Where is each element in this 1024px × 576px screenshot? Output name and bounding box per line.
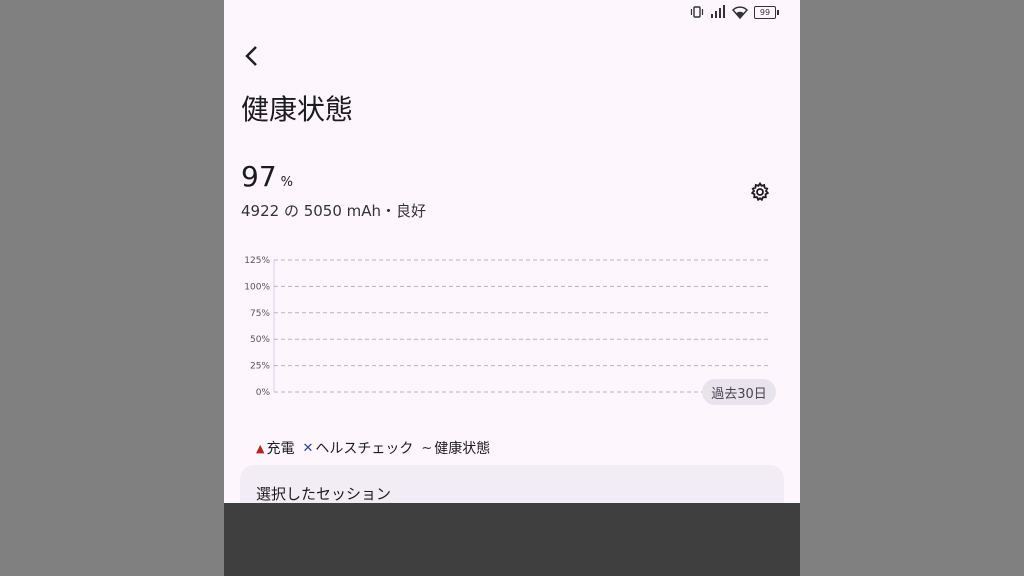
y-tick-label: 50% xyxy=(250,335,270,345)
triangle-icon: ▲ xyxy=(256,441,265,455)
legend-health-state: ~ 健康状態 xyxy=(421,438,490,458)
legend-label: ヘルスチェック xyxy=(315,441,414,457)
status-bar: 99 xyxy=(690,4,779,20)
y-tick-label: 75% xyxy=(250,309,270,319)
legend-label: 健康状態 xyxy=(434,441,491,457)
selected-session-title: 選択したセッション xyxy=(256,485,392,503)
cross-icon: ✕ xyxy=(302,440,314,456)
battery-percent-value: 97 xyxy=(241,160,277,193)
y-tick-label: 0% xyxy=(256,388,271,398)
phone-screen: 99 健康状態 97% 4922 の 5050 mAh・良好 125% 100% 7… xyxy=(224,0,800,576)
wifi-icon xyxy=(732,5,748,19)
wave-icon: ~ xyxy=(421,440,433,456)
gear-icon xyxy=(750,182,770,202)
battery-percent: 97% xyxy=(241,160,293,193)
y-tick-label: 125% xyxy=(244,256,270,266)
range-chip[interactable]: 過去30日 xyxy=(702,379,776,405)
legend-healthcheck: ✕ ヘルスチェック xyxy=(302,438,413,458)
battery-indicator: 99 xyxy=(754,5,779,19)
battery-percent-unit: % xyxy=(280,175,293,190)
vibrate-icon xyxy=(690,6,704,18)
chart-legend: ▲ 充電 ✕ ヘルスチェック ~ 健康状態 xyxy=(256,438,490,458)
y-tick-label: 25% xyxy=(250,362,270,372)
back-button[interactable] xyxy=(236,40,268,72)
bottom-overlay xyxy=(224,503,800,576)
page-title: 健康状態 xyxy=(241,93,354,126)
settings-button[interactable] xyxy=(744,176,776,208)
legend-charge: ▲ 充電 xyxy=(256,438,294,458)
signal-icon xyxy=(710,5,726,19)
y-tick-label: 100% xyxy=(244,282,270,292)
legend-label: 充電 xyxy=(266,441,295,457)
battery-capacity: 4922 の 5050 mAh・良好 xyxy=(241,202,427,220)
back-arrow-icon xyxy=(245,46,257,66)
